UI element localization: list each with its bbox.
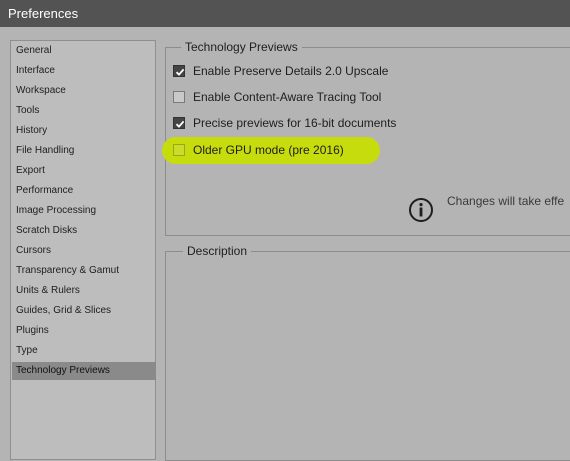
sidebar-item-tools[interactable]: Tools [12,102,156,120]
sidebar-item-history[interactable]: History [12,122,156,140]
sidebar-item-image-processing[interactable]: Image Processing [12,202,156,220]
sidebar-item-guides-grid-slices[interactable]: Guides, Grid & Slices [12,302,156,320]
option-label: Older GPU mode (pre 2016) [193,143,344,157]
sidebar-item-cursors[interactable]: Cursors [12,242,156,260]
window-title: Preferences [8,6,79,21]
sidebar-item-plugins[interactable]: Plugins [12,322,156,340]
sidebar-item-type[interactable]: Type [12,342,156,360]
sidebar-item-performance[interactable]: Performance [12,182,156,200]
sidebar-item-technology-previews[interactable]: Technology Previews [12,362,156,380]
technology-previews-title: Technology Previews [181,40,302,54]
sidebar-item-transparency-gamut[interactable]: Transparency & Gamut [12,262,156,280]
sidebar-item-export[interactable]: Export [12,162,156,180]
description-group [165,251,570,461]
checkmark-icon [175,120,185,128]
sidebar-item-interface[interactable]: Interface [12,62,156,80]
restart-notice: Changes will take effe [447,194,565,208]
sidebar-item-general[interactable]: General [12,42,156,60]
sidebar-item-units-rulers[interactable]: Units & Rulers [12,282,156,300]
checkbox-unchecked[interactable] [173,144,185,156]
checkbox-checked[interactable] [173,117,185,129]
option-label: Enable Preserve Details 2.0 Upscale [193,64,389,78]
option-label: Enable Content-Aware Tracing Tool [193,90,382,104]
sidebar-item-workspace[interactable]: Workspace [12,82,156,100]
info-icon [409,198,433,222]
description-title: Description [183,244,252,258]
preferences-sidebar: General Interface Workspace Tools Histor… [10,40,156,460]
title-bar: Preferences [0,0,570,27]
checkbox-unchecked[interactable] [173,91,185,103]
option-label: Precise previews for 16-bit documents [193,116,397,130]
sidebar-item-scratch-disks[interactable]: Scratch Disks [12,222,156,240]
checkmark-icon [175,68,185,76]
sidebar-item-file-handling[interactable]: File Handling [12,142,156,160]
checkbox-checked[interactable] [173,65,185,77]
